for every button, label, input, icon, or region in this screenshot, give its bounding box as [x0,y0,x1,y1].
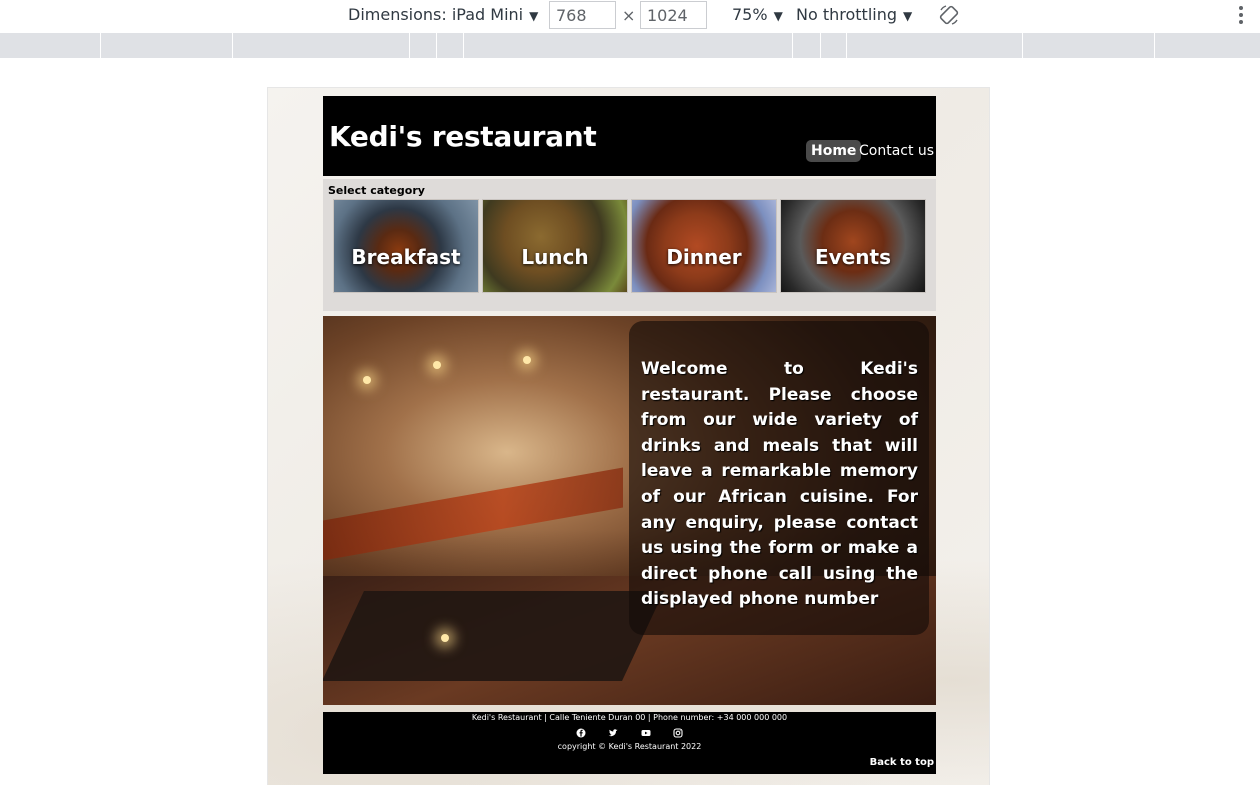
hero-image-lamp [363,376,371,384]
welcome-text: Welcome to Kedi's restaurant. Please cho… [629,321,929,635]
more-options-icon[interactable] [1236,4,1246,26]
instagram-icon[interactable] [673,728,683,738]
social-links [323,728,936,740]
ruler-divider [409,33,410,58]
throttling-label: No throttling [796,5,898,24]
category-card-events[interactable]: Events [780,199,926,293]
footer-address: Kedi's Restaurant | Calle Teniente Duran… [471,713,788,722]
dimension-separator: × [622,6,636,25]
ruler-divider [100,33,101,58]
nav-contact-link[interactable]: Contact us [859,140,934,162]
ruler-divider [436,33,437,58]
devtools-device-toolbar: Dimensions: iPad Mini ▼ 768 × 1024 75% ▼ N… [0,0,1260,33]
category-card-lunch[interactable]: Lunch [482,199,628,293]
viewport-width-input[interactable]: 768 [549,1,616,29]
site-header: Kedi's restaurant Home Contact us [323,96,936,176]
zoom-select[interactable]: 75% ▼ [732,5,783,24]
footer-copyright: copyright © Kedi's Restaurant 2022 [557,742,702,751]
twitter-icon[interactable] [608,728,618,738]
category-card-breakfast[interactable]: Breakfast [333,199,479,293]
facebook-icon[interactable] [576,728,586,738]
dropdown-arrow-icon: ▼ [903,9,913,23]
hero-image-bench [323,467,623,561]
hero-image-lamp [433,361,441,369]
category-card-dinner[interactable]: Dinner [631,199,777,293]
ruler-divider [463,33,464,58]
site-footer: Kedi's Restaurant | Calle Teniente Duran… [323,712,936,774]
hero-image-table [323,591,664,681]
back-to-top-link[interactable]: Back to top [870,757,934,768]
ruler-divider [820,33,821,58]
throttling-select[interactable]: No throttling ▼ [796,5,912,24]
viewport-height-input[interactable]: 1024 [640,1,707,29]
emulated-page: Kedi's restaurant Home Contact us Select… [267,87,990,785]
nav-home-link[interactable]: Home [806,140,862,162]
rotate-icon[interactable] [938,4,960,26]
media-query-ruler [0,33,1260,58]
category-label: Events [815,245,891,269]
category-label: Dinner [666,245,742,269]
ruler-divider [1022,33,1023,58]
ruler-divider [1154,33,1155,58]
dropdown-arrow-icon: ▼ [773,9,783,23]
category-label: Breakfast [351,245,461,269]
hero-image-candle [441,634,449,642]
ruler-divider [232,33,233,58]
hero-image-lamp [523,356,531,364]
device-dimensions-label: Dimensions: iPad Mini [348,5,524,24]
dropdown-arrow-icon: ▼ [529,9,539,23]
zoom-label: 75% [732,5,768,24]
category-label: Lunch [521,245,589,269]
category-section: Select category Breakfast Lunch Dinner E… [323,179,936,311]
device-dimensions-select[interactable]: Dimensions: iPad Mini ▼ [348,5,538,24]
site-title: Kedi's restaurant [329,120,597,153]
hero-banner: Welcome to Kedi's restaurant. Please cho… [323,316,936,705]
category-title: Select category [328,184,425,197]
ruler-divider [792,33,793,58]
youtube-icon[interactable] [641,728,651,738]
ruler-divider [846,33,847,58]
